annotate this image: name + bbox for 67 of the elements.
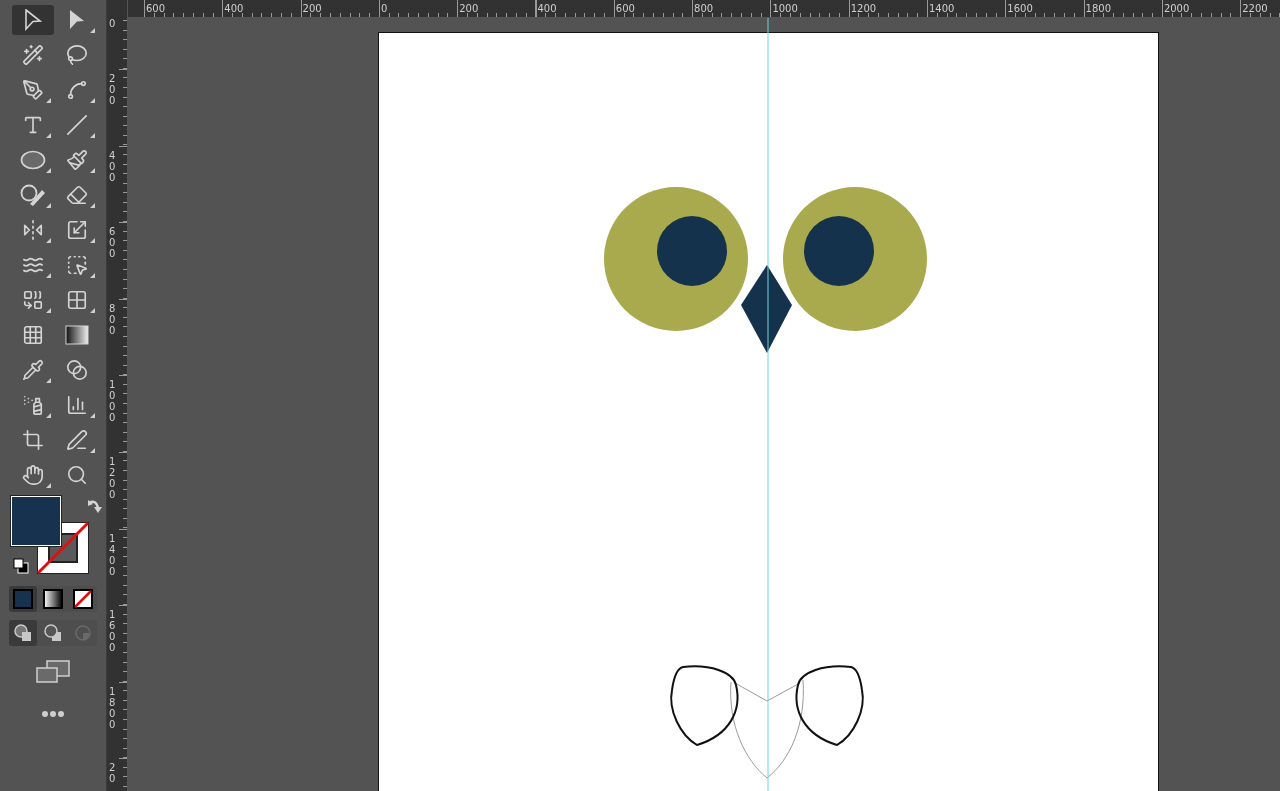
reflect-icon: [22, 219, 44, 241]
ruler-label: 1200: [109, 456, 116, 500]
draw-behind-icon: [44, 624, 62, 642]
ruler-label: 600: [109, 226, 116, 260]
ruler-label: 400: [224, 3, 244, 15]
lasso-icon: [66, 44, 88, 66]
ruler-label: 1000: [109, 379, 116, 424]
line-icon: [66, 114, 88, 136]
draw-normal-icon: [14, 624, 32, 642]
screen-mode-button[interactable]: [35, 660, 71, 684]
free-transform-icon: [66, 254, 88, 276]
blend-icon: [66, 359, 88, 381]
draw-inside-icon: [74, 624, 92, 642]
pointer-icon: [24, 9, 42, 31]
ruler-label: 600: [146, 3, 166, 15]
ruler-label: 1600: [109, 609, 116, 654]
search-icon: [66, 464, 88, 486]
grid-icon: [66, 289, 88, 311]
ruler-label: 1200: [850, 3, 877, 15]
ruler-label: 1800: [1085, 3, 1112, 15]
shape-builder-icon: [22, 289, 44, 311]
ruler-label: 2000: [1163, 3, 1190, 15]
eyedropper-icon: [22, 359, 44, 381]
ruler-label: 1400: [929, 3, 955, 15]
paintbrush-icon: [66, 149, 88, 171]
ruler-label: 200: [109, 73, 116, 106]
magic-wand-icon: [22, 44, 44, 66]
pencil-icon: [66, 429, 88, 451]
scale-icon: [66, 219, 88, 241]
pen-nib-icon: [22, 79, 44, 101]
default-colors-icon[interactable]: [13, 558, 29, 574]
ruler-label: 400: [109, 149, 116, 183]
swap-arrow-icon[interactable]: [87, 498, 103, 514]
ruler-label: 800: [109, 302, 116, 336]
ruler-label: 200: [459, 3, 479, 15]
ruler-label: 0: [380, 3, 388, 15]
artboard-icon: [22, 429, 44, 451]
mesh-icon: [22, 324, 44, 346]
ruler-label: 2200: [1242, 3, 1268, 15]
more-tools-button[interactable]: [41, 710, 65, 718]
shaper-icon: [20, 183, 46, 207]
letter-t-icon: [22, 114, 44, 136]
ruler-label: 20: [109, 762, 116, 785]
ruler-label: 0: [109, 18, 116, 29]
eraser-icon: [66, 184, 88, 206]
no-fill-icon: [73, 589, 93, 609]
ruler-label: 1400: [109, 532, 116, 577]
hand-icon: [22, 464, 44, 486]
bar-chart-icon: [66, 394, 88, 416]
spray-can-icon: [22, 394, 44, 416]
ruler-label: 200: [302, 3, 322, 15]
fill-swatch-icon: [13, 589, 33, 609]
gradient-swatch-icon: [43, 589, 63, 609]
ruler-label: 1600: [1007, 3, 1033, 15]
ruler-label: 800: [694, 3, 714, 15]
color-mode-button[interactable]: [9, 586, 37, 612]
gradient-icon: [65, 325, 89, 345]
ruler-label: 1800: [109, 685, 116, 730]
ellipse-icon: [20, 150, 46, 170]
tool-button[interactable]: [12, 5, 54, 35]
ruler-label: 600: [615, 3, 635, 15]
fill-swatch[interactable]: [11, 496, 61, 546]
draw-mode-button[interactable]: [9, 620, 37, 646]
ruler-label: 400: [537, 3, 557, 15]
ruler-label: 1000: [772, 3, 798, 15]
curve-pen-icon: [66, 79, 88, 101]
pointer-icon: [68, 9, 86, 31]
